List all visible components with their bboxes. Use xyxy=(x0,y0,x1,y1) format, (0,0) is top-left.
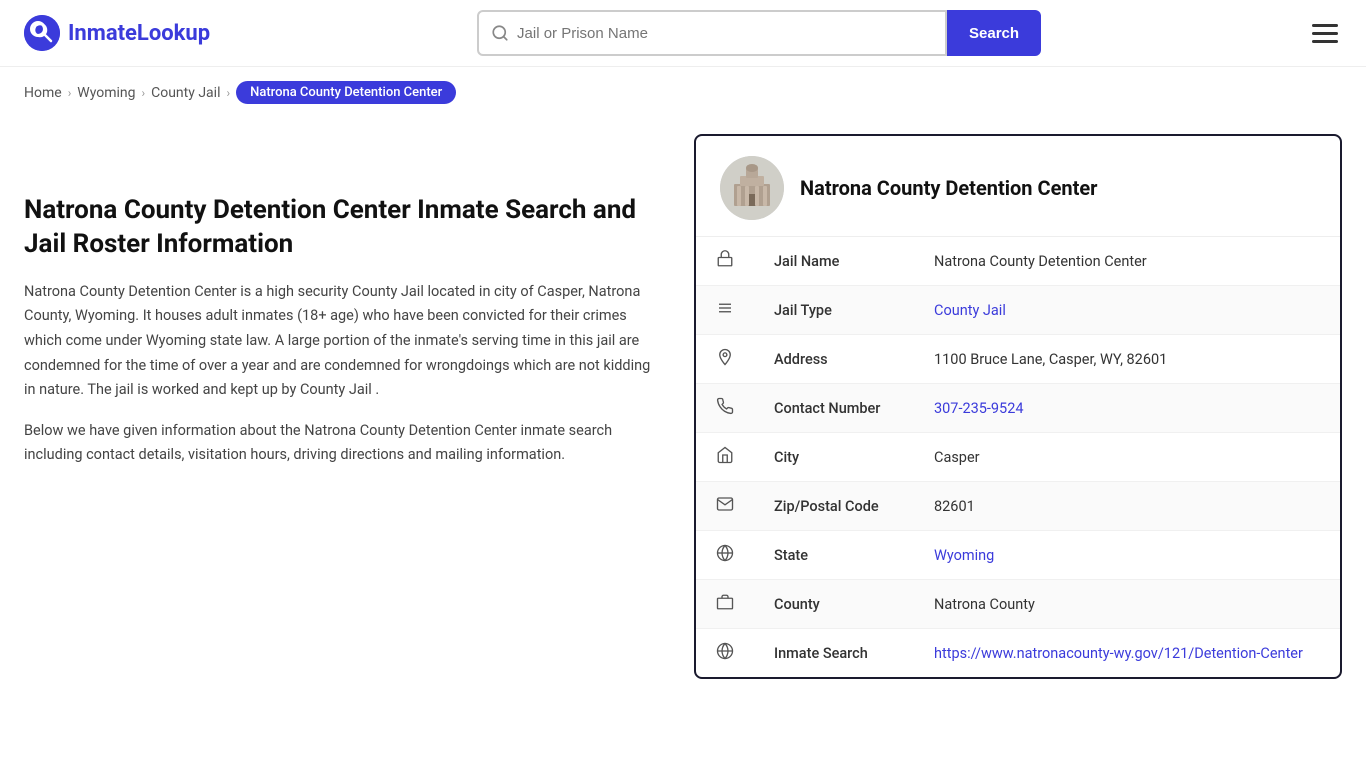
right-panel: Natrona County Detention Center Jail Nam… xyxy=(694,134,1342,679)
phone-icon xyxy=(696,384,754,433)
description-para-1: Natrona County Detention Center is a hig… xyxy=(24,280,664,403)
field-value[interactable]: https://www.natronacounty-wy.gov/121/Det… xyxy=(914,629,1340,678)
search-input[interactable] xyxy=(517,25,933,42)
page-heading: Natrona County Detention Center Inmate S… xyxy=(24,194,664,262)
table-row: Zip/Postal Code 82601 xyxy=(696,482,1340,531)
facility-card: Natrona County Detention Center Jail Nam… xyxy=(694,134,1342,679)
left-panel: Natrona County Detention Center Inmate S… xyxy=(24,134,664,679)
logo-icon xyxy=(24,15,60,51)
field-label: Zip/Postal Code xyxy=(754,482,914,531)
state-icon xyxy=(696,531,754,580)
table-row: County Natrona County xyxy=(696,580,1340,629)
breadcrumb: Home › Wyoming › County Jail › Natrona C… xyxy=(0,67,1366,114)
pin-icon xyxy=(696,335,754,384)
hamburger-menu[interactable] xyxy=(1308,20,1342,47)
field-value: Natrona County xyxy=(914,580,1340,629)
table-row: Jail Name Natrona County Detention Cente… xyxy=(696,237,1340,286)
field-link[interactable]: 307-235-9524 xyxy=(934,400,1024,417)
breadcrumb-wyoming[interactable]: Wyoming xyxy=(77,85,135,101)
search-box-container xyxy=(477,10,947,56)
search-area: Search xyxy=(477,10,1041,56)
field-label: Jail Name xyxy=(754,237,914,286)
table-row: Inmate Search https://www.natronacounty-… xyxy=(696,629,1340,678)
search-icon xyxy=(491,24,509,42)
field-value: Casper xyxy=(914,433,1340,482)
field-value[interactable]: County Jail xyxy=(914,286,1340,335)
facility-card-title: Natrona County Detention Center xyxy=(800,176,1097,200)
logo-link[interactable]: InmateLookup xyxy=(24,15,210,51)
hamburger-line-2 xyxy=(1312,32,1338,35)
field-value[interactable]: Wyoming xyxy=(914,531,1340,580)
field-value: Natrona County Detention Center xyxy=(914,237,1340,286)
jail-icon xyxy=(696,237,754,286)
city-icon xyxy=(696,433,754,482)
description-para-2: Below we have given information about th… xyxy=(24,419,664,468)
field-value[interactable]: 307-235-9524 xyxy=(914,384,1340,433)
table-row: Address 1100 Bruce Lane, Casper, WY, 826… xyxy=(696,335,1340,384)
facility-info-table: Jail Name Natrona County Detention Cente… xyxy=(696,237,1340,677)
table-row: State Wyoming xyxy=(696,531,1340,580)
breadcrumb-county-jail[interactable]: County Jail xyxy=(151,85,220,101)
field-label: City xyxy=(754,433,914,482)
field-label: County xyxy=(754,580,914,629)
field-link[interactable]: https://www.natronacounty-wy.gov/121/Det… xyxy=(934,645,1303,662)
globe-icon xyxy=(696,629,754,678)
breadcrumb-chevron-2: › xyxy=(142,86,146,100)
field-value: 1100 Bruce Lane, Casper, WY, 82601 xyxy=(914,335,1340,384)
search-button[interactable]: Search xyxy=(947,10,1041,56)
field-label: Address xyxy=(754,335,914,384)
logo-text: InmateLookup xyxy=(68,21,210,46)
facility-card-header: Natrona County Detention Center xyxy=(696,136,1340,237)
hamburger-line-1 xyxy=(1312,24,1338,27)
header: InmateLookup Search xyxy=(0,0,1366,67)
field-label: Contact Number xyxy=(754,384,914,433)
table-row: Contact Number 307-235-9524 xyxy=(696,384,1340,433)
breadcrumb-chevron-1: › xyxy=(68,86,72,100)
field-label: Inmate Search xyxy=(754,629,914,678)
zip-icon xyxy=(696,482,754,531)
list-icon xyxy=(696,286,754,335)
facility-avatar xyxy=(720,156,784,220)
field-link[interactable]: Wyoming xyxy=(934,547,994,564)
breadcrumb-current: Natrona County Detention Center xyxy=(236,81,456,104)
table-row: City Casper xyxy=(696,433,1340,482)
field-label: State xyxy=(754,531,914,580)
facility-building-icon xyxy=(720,156,784,220)
breadcrumb-home[interactable]: Home xyxy=(24,85,62,101)
field-link[interactable]: County Jail xyxy=(934,302,1006,319)
county-icon xyxy=(696,580,754,629)
main-content: Natrona County Detention Center Inmate S… xyxy=(0,114,1366,719)
field-value: 82601 xyxy=(914,482,1340,531)
table-row: Jail Type County Jail xyxy=(696,286,1340,335)
hamburger-line-3 xyxy=(1312,40,1338,43)
breadcrumb-chevron-3: › xyxy=(226,86,230,100)
field-label: Jail Type xyxy=(754,286,914,335)
